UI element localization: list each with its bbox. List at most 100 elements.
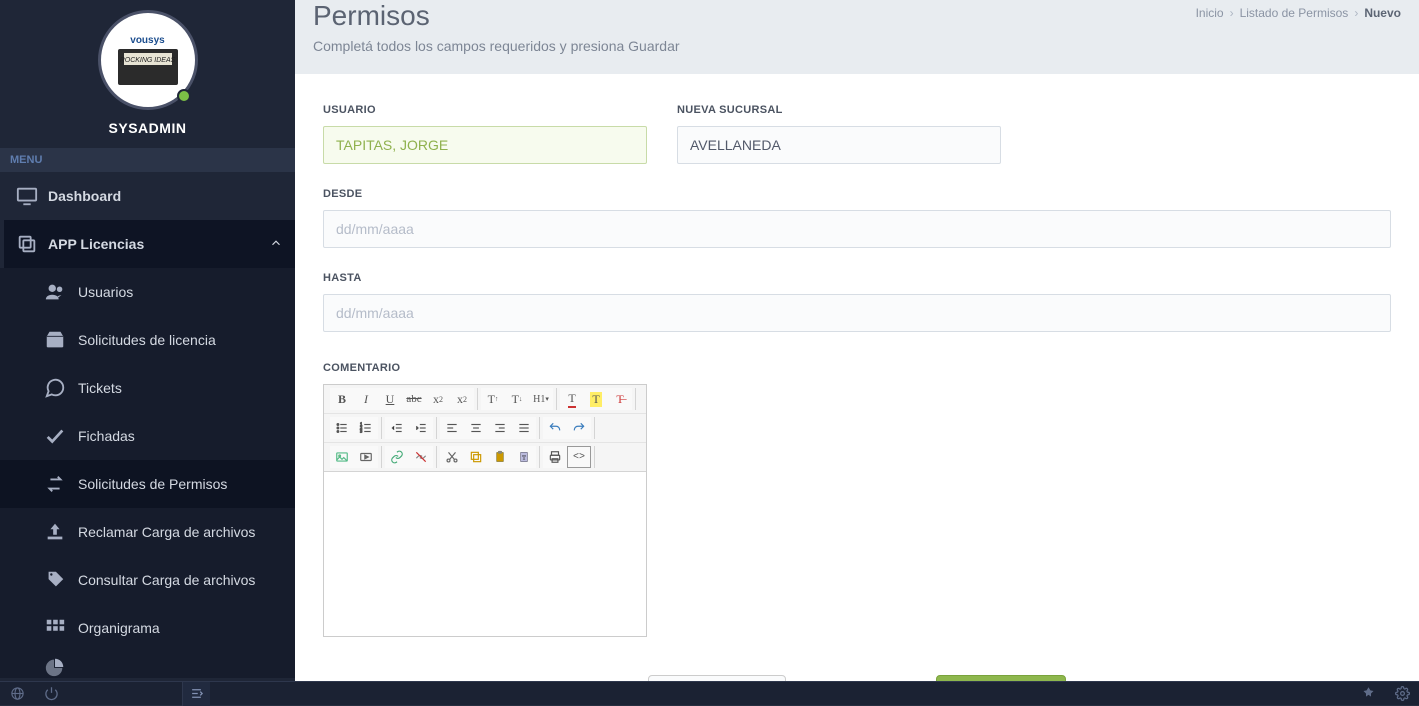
sidebar-item-label: Solicitudes de Permisos bbox=[78, 476, 227, 492]
paste-text-icon[interactable]: T bbox=[512, 446, 536, 468]
bottom-bar bbox=[0, 681, 1419, 705]
breadcrumb-home[interactable]: Inicio bbox=[1196, 6, 1224, 20]
globe-icon[interactable] bbox=[0, 682, 34, 706]
rich-text-editor: B I U abc x2 x2 T↑ T↓ H1▾ bbox=[323, 384, 647, 637]
comentario-textarea[interactable] bbox=[324, 472, 646, 636]
strike-icon[interactable]: abc bbox=[402, 388, 426, 410]
sidebar-item-label: Solicitudes de licencia bbox=[78, 332, 216, 348]
redo-icon[interactable] bbox=[567, 417, 591, 439]
sucursal-label: NUEVA SUCURSAL bbox=[677, 104, 1001, 116]
sidebar-item-consultar-carga[interactable]: Consultar Carga de archivos bbox=[0, 556, 295, 604]
user-name: SYSADMIN bbox=[0, 120, 295, 136]
superscript-icon[interactable]: x2 bbox=[450, 388, 474, 410]
outdent-icon[interactable] bbox=[385, 417, 409, 439]
align-justify-icon[interactable] bbox=[512, 417, 536, 439]
pie-icon bbox=[44, 658, 66, 676]
video-icon[interactable] bbox=[354, 446, 378, 468]
sidebar-item-usuarios[interactable]: Usuarios bbox=[0, 268, 295, 316]
sidebar-item-solicitudes-permisos[interactable]: Solicitudes de Permisos bbox=[0, 460, 295, 508]
sucursal-input[interactable] bbox=[677, 126, 1001, 164]
grid-icon bbox=[44, 619, 66, 637]
sidebar-item-more[interactable] bbox=[0, 652, 295, 678]
svg-text:3: 3 bbox=[360, 429, 362, 434]
avatar-logo-graphic bbox=[118, 49, 178, 85]
users-icon bbox=[44, 283, 66, 301]
chevron-right-icon: › bbox=[1230, 6, 1234, 20]
sidebar-item-label: Consultar Carga de archivos bbox=[78, 572, 255, 588]
font-decrease-icon[interactable]: T↓ bbox=[505, 388, 529, 410]
ol-icon[interactable]: 123 bbox=[354, 417, 378, 439]
heading-icon[interactable]: H1▾ bbox=[529, 388, 553, 410]
breadcrumb-current: Nuevo bbox=[1364, 6, 1401, 20]
font-increase-icon[interactable]: T↑ bbox=[481, 388, 505, 410]
check-icon bbox=[44, 427, 66, 445]
source-icon[interactable]: <> bbox=[567, 446, 591, 468]
sidebar-item-label: Tickets bbox=[78, 380, 122, 396]
forecolor-icon[interactable]: T bbox=[560, 388, 584, 410]
subscript-icon[interactable]: x2 bbox=[426, 388, 450, 410]
sidebar-submenu: Usuarios Solicitudes de licencia Tickets… bbox=[0, 268, 295, 678]
underline-icon[interactable]: U bbox=[378, 388, 402, 410]
indent-icon[interactable] bbox=[409, 417, 433, 439]
hasta-label: HASTA bbox=[323, 272, 1391, 284]
breadcrumb: Inicio › Listado de Permisos › Nuevo bbox=[1196, 0, 1401, 20]
sidebar-item-organigrama[interactable]: Organigrama bbox=[0, 604, 295, 652]
comentario-label: COMENTARIO bbox=[323, 362, 1391, 374]
image-icon[interactable] bbox=[330, 446, 354, 468]
ul-icon[interactable] bbox=[330, 417, 354, 439]
status-online-icon bbox=[177, 89, 191, 103]
power-icon[interactable] bbox=[34, 682, 68, 706]
sidebar-item-label: APP Licencias bbox=[48, 236, 144, 252]
bold-icon[interactable]: B bbox=[330, 388, 354, 410]
main-content: Permisos Completá todos los campos reque… bbox=[295, 0, 1419, 705]
hasta-input[interactable] bbox=[323, 294, 1391, 332]
page-header: Permisos Completá todos los campos reque… bbox=[295, 0, 1419, 74]
sidebar-item-fichadas[interactable]: Fichadas bbox=[0, 412, 295, 460]
menu-header: MENU bbox=[0, 148, 295, 172]
form-container: USUARIO NUEVA SUCURSAL DESDE HASTA COMEN… bbox=[295, 74, 1419, 705]
sidebar-item-reclamar-carga[interactable]: Reclamar Carga de archivos bbox=[0, 508, 295, 556]
unlink-icon[interactable] bbox=[409, 446, 433, 468]
pin-icon[interactable] bbox=[1351, 682, 1385, 706]
usuario-input[interactable] bbox=[323, 126, 647, 164]
copy-icon[interactable] bbox=[464, 446, 488, 468]
monitor-icon bbox=[16, 187, 38, 205]
align-right-icon[interactable] bbox=[488, 417, 512, 439]
desde-label: DESDE bbox=[323, 188, 1391, 200]
link-icon[interactable] bbox=[385, 446, 409, 468]
italic-icon[interactable]: I bbox=[354, 388, 378, 410]
sidebar-item-dashboard[interactable]: Dashboard bbox=[0, 172, 295, 220]
paste-icon[interactable] bbox=[488, 446, 512, 468]
upload-icon bbox=[44, 523, 66, 541]
sidebar-item-app-licencias[interactable]: APP Licencias bbox=[0, 220, 295, 268]
avatar-logo-text: vousys bbox=[130, 35, 164, 46]
sidebar-item-solicitudes-licencia[interactable]: Solicitudes de licencia bbox=[0, 316, 295, 364]
undo-icon[interactable] bbox=[543, 417, 567, 439]
align-left-icon[interactable] bbox=[440, 417, 464, 439]
sidebar-item-label: Organigrama bbox=[78, 620, 160, 636]
transfer-icon bbox=[44, 475, 66, 493]
cog-icon[interactable] bbox=[1385, 682, 1419, 706]
sidebar-item-tickets[interactable]: Tickets bbox=[0, 364, 295, 412]
svg-text:T: T bbox=[522, 455, 526, 461]
sidebar: vousys ROCKING IDEAS SYSADMIN MENU Dashb… bbox=[0, 0, 295, 705]
avatar[interactable]: vousys ROCKING IDEAS bbox=[98, 10, 198, 110]
usuario-label: USUARIO bbox=[323, 104, 647, 116]
backcolor-icon[interactable]: T bbox=[584, 388, 608, 410]
page-title: Permisos bbox=[313, 0, 680, 32]
cut-icon[interactable] bbox=[440, 446, 464, 468]
inbox-icon bbox=[44, 331, 66, 349]
breadcrumb-list[interactable]: Listado de Permisos bbox=[1240, 6, 1349, 20]
removeformat-icon[interactable]: T̶ bbox=[608, 388, 632, 410]
desde-input[interactable] bbox=[323, 210, 1391, 248]
sidebar-item-label: Usuarios bbox=[78, 284, 133, 300]
page-subtitle: Completá todos los campos requeridos y p… bbox=[313, 38, 680, 54]
collapse-sidebar-icon[interactable] bbox=[182, 682, 210, 706]
editor-toolbar: B I U abc x2 x2 T↑ T↓ H1▾ bbox=[324, 385, 646, 472]
avatar-section: vousys ROCKING IDEAS SYSADMIN bbox=[0, 0, 295, 148]
avatar-tagline: ROCKING IDEAS bbox=[120, 57, 176, 64]
chevron-up-icon bbox=[269, 236, 283, 253]
align-center-icon[interactable] bbox=[464, 417, 488, 439]
sidebar-item-label: Dashboard bbox=[48, 188, 121, 204]
print-icon[interactable] bbox=[543, 446, 567, 468]
